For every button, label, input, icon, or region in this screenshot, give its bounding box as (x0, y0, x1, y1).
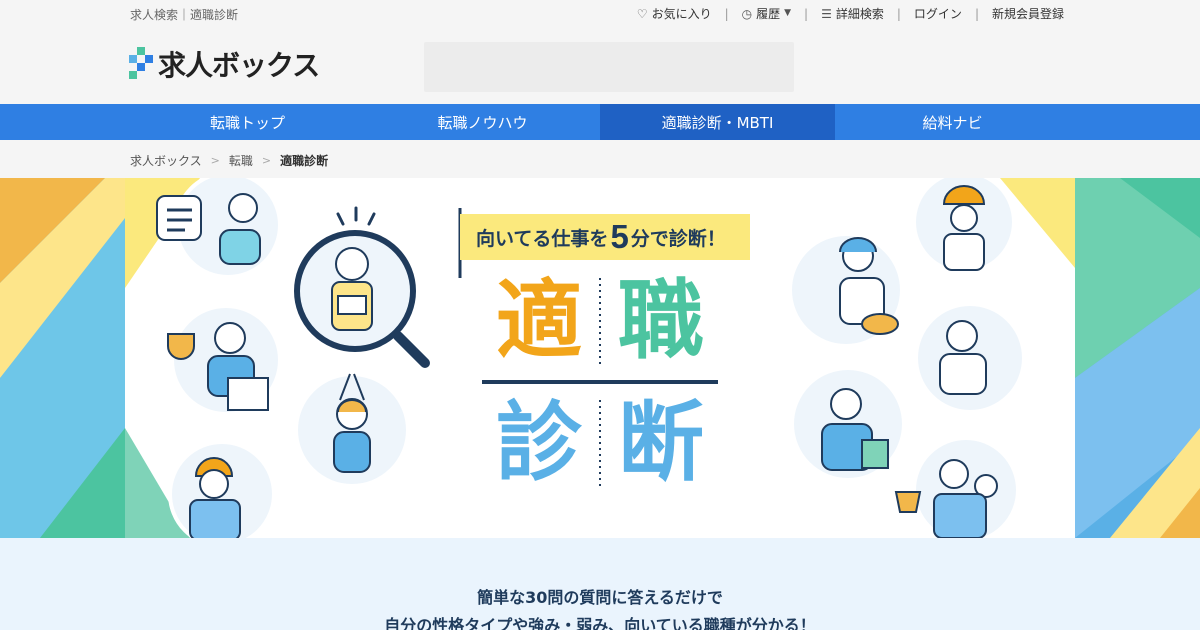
site-header: 求人ボックス (0, 26, 1200, 104)
nav-tensyoku-top[interactable]: 転職トップ (130, 104, 365, 140)
title-char-dan: 断 (618, 393, 704, 493)
person-illustration-yoga (294, 372, 410, 488)
utility-links: ♡ お気に入り | ◷ 履歴 ▼ | ☰ 詳細検索 | ログイン | 新規会員登… (636, 5, 1064, 22)
person-illustration-rescue (912, 178, 1016, 274)
chevron-right-icon: > (261, 154, 272, 167)
breadcrumb: 求人ボックス > 転職 > 適職診断 (0, 140, 1200, 178)
login-link[interactable]: ログイン (914, 5, 962, 22)
clock-icon: ◷ (741, 6, 753, 21)
global-nav: 転職トップ 転職ノウハウ 適職診断・MBTI 給料ナビ (0, 104, 1200, 140)
intro-line-1: 簡単な30問の質問に答えるだけで (477, 588, 723, 607)
breadcrumb-home[interactable]: 求人ボックス (130, 152, 202, 169)
register-link[interactable]: 新規会員登録 (992, 5, 1064, 22)
filter-search-icon: ☰ (821, 6, 832, 21)
favorites-link[interactable]: ♡ お気に入り (637, 5, 712, 22)
chevron-right-icon: > (210, 154, 220, 167)
person-illustration-business (790, 366, 906, 482)
nav-aptitude-mbti[interactable]: 適職診断・MBTI (600, 104, 835, 140)
nav-salary[interactable]: 給料ナビ (835, 104, 1070, 140)
intro-section: 簡単な30問の質問に答えるだけで 自分の性格タイプや強み・弱み、向いている職種が… (0, 538, 1200, 630)
history-link[interactable]: ◷ 履歴 ▼ (742, 5, 791, 22)
person-illustration-artist (788, 232, 904, 348)
logo-mark-icon (129, 47, 153, 81)
person-illustration-engineer (914, 302, 1026, 414)
nav-knowhow[interactable]: 転職ノウハウ (365, 104, 600, 140)
person-illustration-award (167, 304, 282, 416)
site-description: 求人検索｜適職診断 (130, 8, 239, 22)
heart-icon: ♡ (636, 6, 648, 21)
hero-banner: 向いてる仕事を 5 分で診断！ 適 職 診 断 (0, 178, 1200, 538)
utility-bar: 求人検索｜適職診断 ♡ お気に入り | ◷ 履歴 ▼ | ☰ 詳細検索 | ログ… (0, 0, 1200, 26)
site-logo[interactable]: 求人ボックス (129, 44, 320, 84)
advanced-search-link[interactable]: ☰ 詳細検索 (821, 5, 884, 22)
breadcrumb-tensyoku[interactable]: 転職 (229, 152, 253, 169)
caret-down-icon: ▼ (784, 8, 792, 18)
logo-text: 求人ボックス (158, 49, 320, 82)
title-char-shoku: 職 (618, 271, 704, 371)
intro-line-2: 自分の性格タイプや強み・弱み、向いている職種が分かる！ (384, 616, 816, 630)
person-illustration-worker (168, 440, 276, 538)
header-ad-slot (424, 42, 794, 92)
breadcrumb-current: 適職診断 (280, 154, 329, 168)
tagline-number: 5 (610, 218, 629, 255)
title-char-shin: 診 (496, 393, 582, 493)
title-char-teki: 適 (496, 271, 582, 371)
tagline-banner: 向いてる仕事を 5 分で診断！ (460, 214, 750, 260)
